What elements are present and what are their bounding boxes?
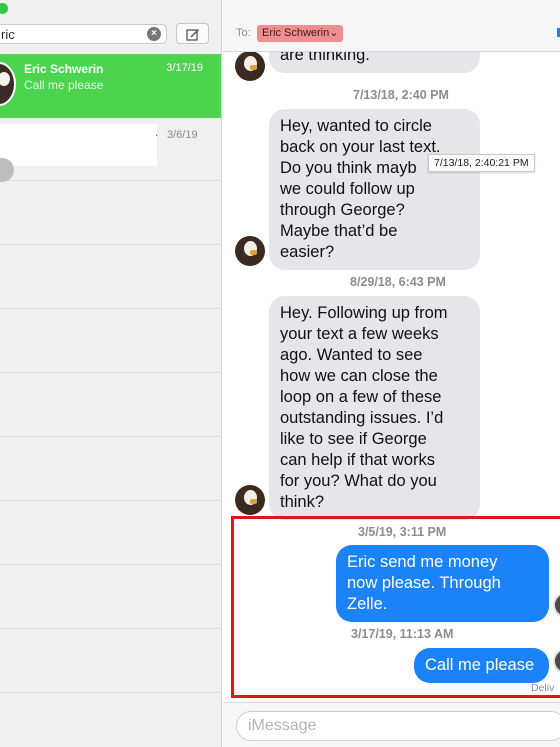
empty-row — [0, 373, 221, 437]
chat-pane: To: Eric Schwerin⌄ are thinking. 7/13/18… — [223, 0, 560, 747]
conversation-name: Eric Schwerin — [24, 62, 104, 76]
recipient-name: Eric Schwerin — [262, 27, 330, 39]
empty-row — [0, 629, 221, 693]
chat-header: To: Eric Schwerin⌄ — [223, 0, 560, 52]
search-input[interactable]: ric — [1, 27, 15, 42]
incoming-message: Hey, wanted to circle back on your last … — [269, 109, 480, 270]
recipient-chip[interactable]: Eric Schwerin⌄ — [257, 25, 344, 42]
delivered-status: Deliv — [531, 682, 555, 694]
conversation-list: Eric Schwerin Call me please 3/17/19 . 3… — [0, 54, 221, 693]
to-label: To: — [236, 27, 251, 39]
input-bar: iMessage — [223, 702, 560, 747]
message-timestamp: 3/5/19, 3:11 PM — [358, 525, 447, 539]
outgoing-message: Call me please — [414, 648, 549, 683]
outgoing-message: Eric send me money now please. Through Z… — [336, 545, 549, 622]
message-transcript: are thinking. 7/13/18, 2:40 PM Hey, want… — [223, 52, 560, 702]
conversation-preview-dot: . — [155, 125, 159, 139]
sender-avatar — [235, 485, 265, 515]
conversation-date: 3/17/19 — [166, 62, 203, 74]
sender-avatar — [235, 236, 265, 266]
conversation-date: 3/6/19 — [167, 129, 198, 141]
contact-avatar — [0, 62, 16, 106]
empty-row — [0, 245, 221, 309]
message-timestamp: 3/17/19, 11:13 AM — [351, 627, 454, 641]
timestamp-tooltip: 7/13/18, 2:40:21 PM — [428, 154, 535, 172]
empty-row — [0, 565, 221, 629]
sender-avatar — [235, 52, 265, 81]
window-zoom-button[interactable] — [0, 3, 8, 14]
sidebar: ric × Eric Schwerin Call me please 3/17/… — [0, 0, 222, 747]
conversation-item-eric-schwerin[interactable]: Eric Schwerin Call me please 3/17/19 — [0, 54, 221, 118]
conversation-preview: Call me please — [24, 78, 104, 92]
compose-button[interactable] — [176, 23, 209, 44]
empty-row — [0, 501, 221, 565]
empty-row — [0, 437, 221, 501]
compose-icon — [186, 29, 199, 41]
conversation-item-redacted[interactable]: . 3/6/19 — [0, 118, 221, 182]
incoming-message: are thinking. — [269, 52, 480, 73]
empty-row — [0, 181, 221, 245]
empty-row — [0, 309, 221, 373]
message-timestamp: 7/13/18, 2:40 PM — [353, 88, 449, 102]
message-input[interactable]: iMessage — [236, 711, 560, 741]
incoming-message: Hey. Following up from your text a few w… — [269, 296, 480, 520]
search-field[interactable]: ric × — [0, 24, 167, 44]
message-timestamp: 8/29/18, 6:43 PM — [350, 275, 446, 289]
chevron-down-icon: ⌄ — [329, 27, 339, 39]
clear-search-icon[interactable]: × — [147, 27, 161, 41]
redacted-area — [0, 124, 157, 166]
